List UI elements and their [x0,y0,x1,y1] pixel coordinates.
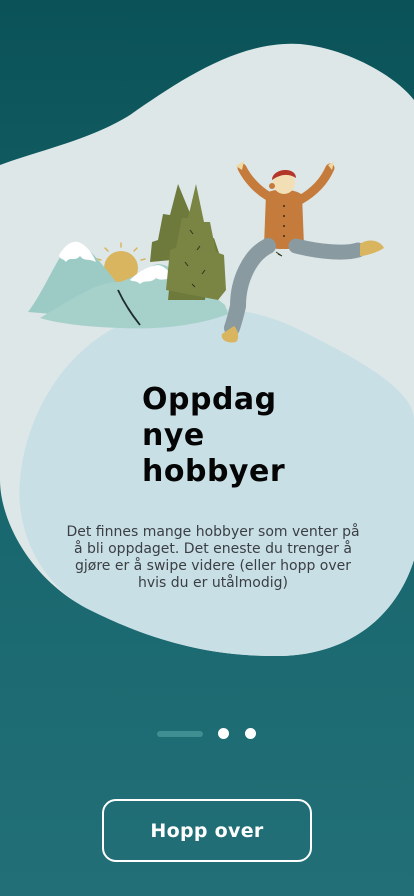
skip-button[interactable]: Hopp over [102,799,312,862]
page-indicator-active[interactable] [157,731,203,737]
jumping-person-icon [221,161,384,343]
title-line-1: Oppdag [142,382,277,417]
page-indicator-dot-3[interactable] [245,728,256,739]
onboarding-screen: Oppdag nye hobbyer Det finnes mange hobb… [0,0,414,896]
description-text: Det finnes mange hobbyer som venter på å… [66,524,360,591]
title-line-2: nye [142,418,205,453]
page-title: Oppdag nye hobbyer [142,382,362,490]
page-indicator-dot-2[interactable] [218,728,229,739]
title-line-3: hobbyer [142,454,286,489]
page-indicator [0,726,414,740]
